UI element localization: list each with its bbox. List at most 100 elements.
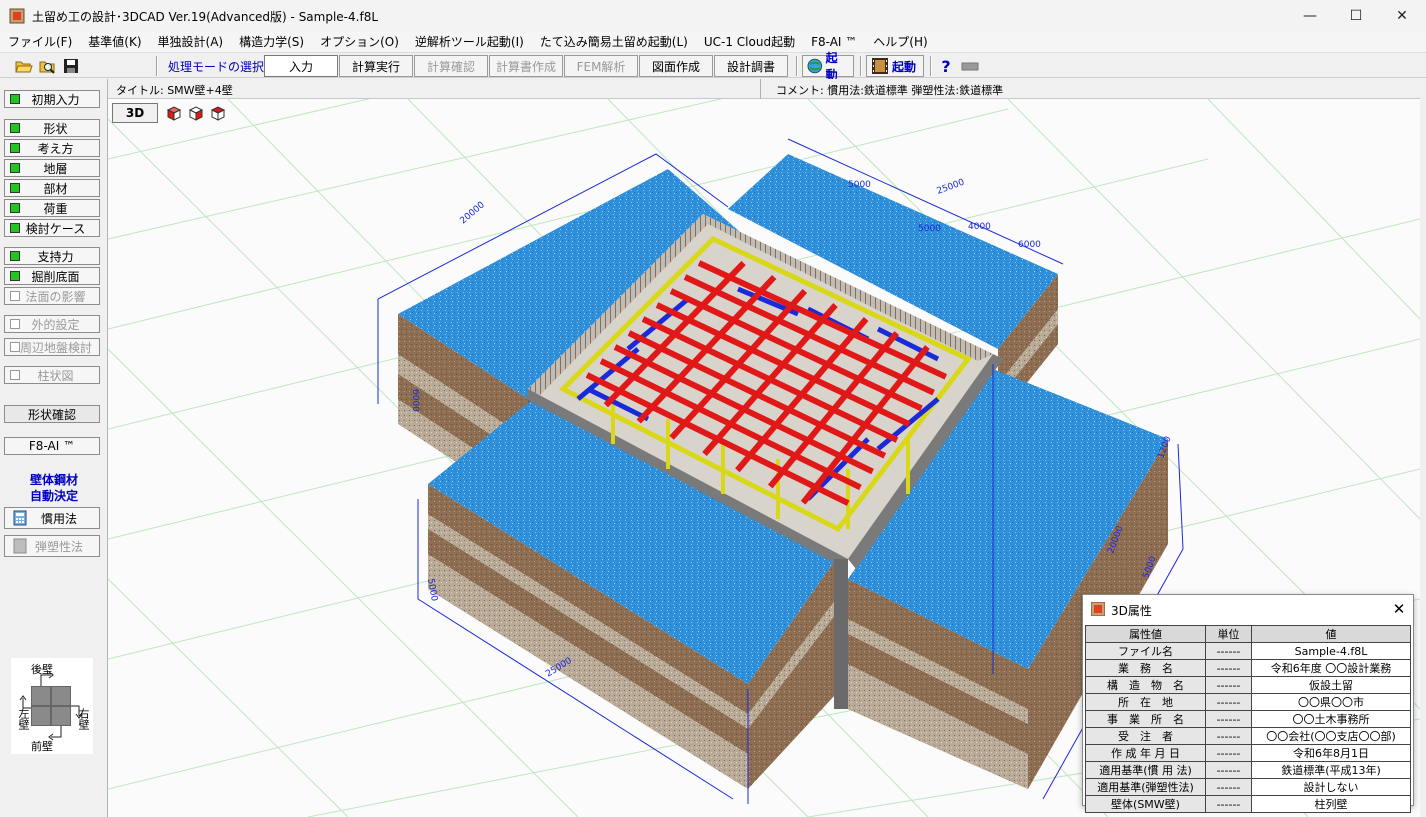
check-indicator <box>10 342 20 352</box>
menu-inverse-tool[interactable]: 逆解析ツール起動(I) <box>407 32 532 52</box>
calc-run-button[interactable]: 計算実行 <box>339 55 413 77</box>
svg-text:5000: 5000 <box>918 224 941 234</box>
info-separator <box>760 79 761 99</box>
svg-text:25000: 25000 <box>936 178 967 197</box>
elastoplastic-method-button[interactable]: 弾塑性法 <box>4 535 100 557</box>
3d-attribute-dialog[interactable]: 3D属性 ✕ 属性値 単位 値 ファイル名 ------ Sample-4.f8L … <box>1082 594 1414 813</box>
conventional-method-button[interactable]: 慣用法 <box>4 507 100 529</box>
cases-button[interactable]: 検討ケース <box>4 219 100 237</box>
table-row: 作 成 年 月 日 ------ 令和6年8月1日 <box>1085 744 1411 762</box>
row-unit: ------ <box>1205 676 1252 694</box>
wall-steel-label-1: 壁体鋼材 <box>29 473 78 487</box>
cube-side-view-icon[interactable] <box>188 105 204 121</box>
row-value: 〇〇土木事務所 <box>1251 710 1411 728</box>
check-indicator <box>10 94 20 104</box>
f8ai-button[interactable]: F8-AI ™ <box>4 437 100 455</box>
row-value: 設計しない <box>1251 778 1411 796</box>
bearing-button[interactable]: 支持力 <box>4 247 100 265</box>
left-panel: 初期入力 形状 考え方 地層 部材 荷重 検討ケース 支持力 掘削底面 法面の影… <box>0 79 108 817</box>
open-folder-icon[interactable] <box>14 56 34 76</box>
svg-text:20000: 20000 <box>459 200 488 226</box>
check-indicator <box>10 251 20 261</box>
slope-effect-button[interactable]: 法面の影響 <box>4 287 100 305</box>
dialog-title: 3D属性 <box>1111 604 1152 618</box>
loads-button[interactable]: 荷重 <box>4 199 100 217</box>
row-value: 令和6年8月1日 <box>1251 744 1411 762</box>
menu-single-design[interactable]: 単独設計(A) <box>150 32 232 52</box>
dialog-app-icon <box>1091 602 1105 616</box>
check-indicator <box>10 319 20 329</box>
input-mode-button[interactable]: 入力 <box>264 55 338 77</box>
row-unit: ------ <box>1205 795 1252 813</box>
dialog-close-icon[interactable]: ✕ <box>1389 599 1409 619</box>
model-title: タイトル: SMW壁+4壁 <box>116 84 233 97</box>
help-question-icon[interactable]: ? <box>936 56 956 76</box>
save-disk-icon[interactable] <box>61 56 81 76</box>
cube-top-view-icon[interactable] <box>210 105 226 121</box>
svg-text:5000: 5000 <box>848 180 871 190</box>
window-toggle-icon[interactable] <box>960 56 980 76</box>
launch-label-1: 起動 <box>825 51 838 82</box>
check-indicator <box>10 183 20 193</box>
calc-check-button[interactable]: 計算確認 <box>414 55 488 77</box>
row-value: Sample-4.f8L <box>1251 642 1411 660</box>
initial-input-button[interactable]: 初期入力 <box>4 90 100 108</box>
search-folder-icon[interactable] <box>38 56 58 76</box>
row-value: 鉄道標準(平成13年) <box>1251 761 1411 779</box>
menu-file[interactable]: ファイル(F) <box>0 32 80 52</box>
table-row: 業 務 名 ------ 令和6年度 〇〇設計業務 <box>1085 659 1411 677</box>
row-unit: ------ <box>1205 642 1252 660</box>
minimize-button[interactable]: — <box>1287 0 1333 32</box>
menu-uc1-cloud[interactable]: UC-1 Cloud起動 <box>696 32 803 52</box>
table-row: 適用基準(慣 用 法) ------ 鉄道標準(平成13年) <box>1085 761 1411 779</box>
wall-steel-label-2: 自動決定 <box>29 489 78 503</box>
row-key: 業 務 名 <box>1085 659 1206 677</box>
right-edge <box>1420 79 1426 817</box>
launch-label-2: 起動 <box>892 59 917 74</box>
row-unit: ------ <box>1205 744 1252 762</box>
check-indicator <box>10 291 20 301</box>
shape-button[interactable]: 形状 <box>4 119 100 137</box>
menu-structural[interactable]: 構造力学(S) <box>231 32 312 52</box>
menu-standard[interactable]: 基準値(K) <box>80 32 149 52</box>
table-row: 壁体(SMW壁) ------ 柱列壁 <box>1085 795 1411 813</box>
toolbar: 処理モードの選択 入力 計算実行 計算確認 計算書作成 FEM解析 図面作成 設… <box>0 51 1426 82</box>
check-indicator <box>10 271 20 281</box>
toolbar-separator <box>156 56 158 76</box>
report-create-button[interactable]: 計算書作成 <box>489 55 563 77</box>
row-unit: ------ <box>1205 659 1252 677</box>
menu-options[interactable]: オプション(O) <box>312 32 407 52</box>
strata-button[interactable]: 地層 <box>4 159 100 177</box>
maximize-button[interactable]: ☐ <box>1333 0 1379 32</box>
dialog-header[interactable]: 3D属性 ✕ <box>1083 595 1413 623</box>
row-key: 受 注 者 <box>1085 727 1206 745</box>
row-key: 適用基準(慣 用 法) <box>1085 761 1206 779</box>
launch-button-1[interactable]: 起動 <box>802 51 854 82</box>
launch-button-2[interactable]: 起動 <box>866 55 924 77</box>
drawing-create-button[interactable]: 図面作成 <box>639 55 713 77</box>
table-row: 受 注 者 ------ 〇〇会社(〇〇支店〇〇部) <box>1085 727 1411 745</box>
row-key: 所 在 地 <box>1085 693 1206 711</box>
row-value: 仮設土留 <box>1251 676 1411 694</box>
cube-front-view-icon[interactable] <box>166 105 182 121</box>
external-setting-button[interactable]: 外的設定 <box>4 315 100 333</box>
table-header-row: 属性値 単位 値 <box>1085 625 1411 643</box>
approach-button[interactable]: 考え方 <box>4 139 100 157</box>
close-button[interactable]: ✕ <box>1379 0 1425 32</box>
check-indicator <box>10 143 20 153</box>
menu-simple-shoring[interactable]: たて込み簡易土留め起動(L) <box>532 32 696 52</box>
3d-view-button[interactable]: 3D <box>112 103 158 123</box>
design-report-button[interactable]: 設計調書 <box>714 55 788 77</box>
attribute-table: 属性値 単位 値 ファイル名 ------ Sample-4.f8L 業 務 名 --… <box>1085 625 1411 813</box>
excavation-bottom-button[interactable]: 掘削底面 <box>4 267 100 285</box>
compass-arrows <box>19 671 83 741</box>
fem-analysis-button[interactable]: FEM解析 <box>564 55 638 77</box>
column-diagram-button[interactable]: 柱状図 <box>4 366 100 384</box>
shape-check-button[interactable]: 形状確認 <box>4 405 100 423</box>
info-bar: タイトル: SMW壁+4壁 コメント: 慣用法:鉄道標準 弾塑性法:鉄道標準 <box>108 79 1420 99</box>
members-button[interactable]: 部材 <box>4 179 100 197</box>
row-key: 作 成 年 月 日 <box>1085 744 1206 762</box>
menu-help[interactable]: ヘルプ(H) <box>865 32 935 52</box>
table-row: 所 在 地 ------ 〇〇県〇〇市 <box>1085 693 1411 711</box>
neighbor-check-button[interactable]: 周辺地盤検討 <box>4 338 100 356</box>
